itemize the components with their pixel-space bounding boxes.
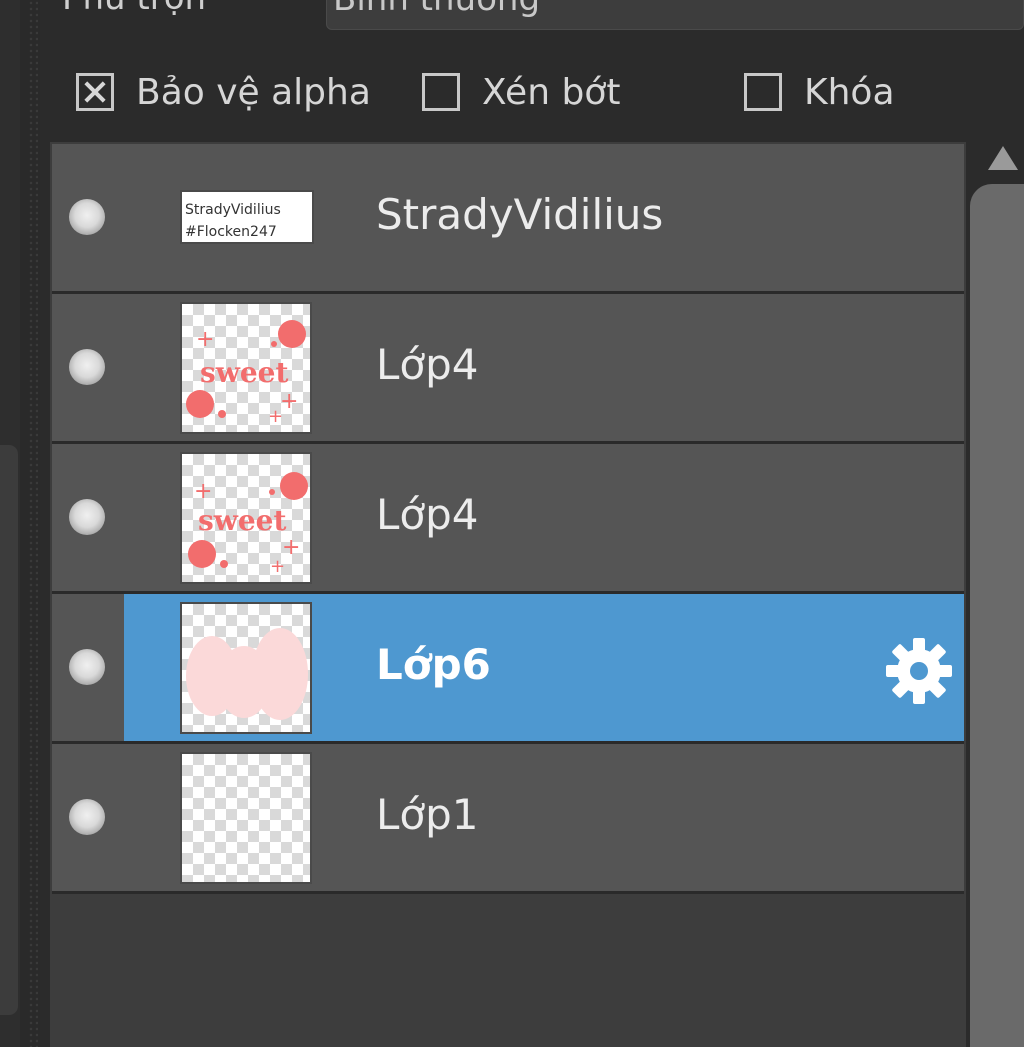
sticker-text: sweet bbox=[200, 356, 288, 389]
layer-thumbnail bbox=[180, 602, 312, 734]
layer-name: Lớp1 bbox=[376, 790, 479, 839]
visibility-toggle-icon[interactable] bbox=[69, 349, 105, 385]
layer-row[interactable]: StradyVidilius #Flocken247 StradyVidiliu… bbox=[52, 144, 964, 294]
thumbnail-text-1: StradyVidilius bbox=[185, 202, 281, 218]
clipping-label: Xén bớt bbox=[482, 71, 621, 113]
layer-row[interactable]: + + + sweet Lớp4 bbox=[52, 294, 964, 444]
layer-scrollbar-thumb[interactable] bbox=[970, 184, 1024, 1047]
sticker-text: sweet bbox=[198, 504, 286, 537]
layer-row[interactable]: + + + sweet Lớp4 bbox=[52, 444, 964, 594]
blend-mode-select[interactable]: Bình thường bbox=[326, 0, 1024, 30]
layer-row-selected[interactable]: Lớp6 bbox=[52, 594, 964, 744]
lock-checkbox[interactable] bbox=[744, 73, 782, 111]
visibility-toggle-icon[interactable] bbox=[69, 799, 105, 835]
layer-list: StradyVidilius #Flocken247 StradyVidiliu… bbox=[52, 144, 964, 894]
blend-mode-value: Bình thường bbox=[333, 0, 540, 19]
text-thumbnail-image: StradyVidilius #Flocken247 bbox=[182, 192, 312, 242]
visibility-toggle-icon[interactable] bbox=[69, 649, 105, 685]
protect-alpha-label: Bảo vệ alpha bbox=[136, 71, 371, 113]
blend-mode-label: Phủ trộn bbox=[62, 0, 206, 18]
layer-row[interactable]: Lớp1 bbox=[52, 744, 964, 894]
protect-alpha-option[interactable]: Bảo vệ alpha bbox=[76, 70, 371, 114]
svg-text:+: + bbox=[268, 406, 283, 427]
clipping-checkbox[interactable] bbox=[422, 73, 460, 111]
gear-icon[interactable] bbox=[884, 636, 954, 706]
protect-alpha-checkbox[interactable] bbox=[76, 73, 114, 111]
lock-label: Khóa bbox=[804, 71, 895, 113]
layer-thumbnail: + + + sweet bbox=[180, 302, 312, 434]
panel-splitter[interactable] bbox=[28, 0, 38, 1047]
sweet-sticker-image: + + + sweet bbox=[188, 472, 308, 577]
pink-blob-image bbox=[186, 628, 308, 720]
layer-thumbnail bbox=[180, 752, 312, 884]
layer-name: Lớp6 bbox=[376, 640, 491, 689]
sweet-sticker-image: + + + sweet bbox=[186, 320, 306, 427]
thumbnail-text-2: #Flocken247 bbox=[185, 224, 277, 240]
layer-name: Lớp4 bbox=[376, 340, 479, 389]
layer-thumbnail: + + + sweet bbox=[180, 452, 312, 584]
blend-mode-row: Phủ trộn Bình thường bbox=[40, 0, 1024, 30]
layer-name: StradyVidilius bbox=[376, 190, 664, 239]
clipping-option[interactable]: Xén bớt bbox=[422, 70, 620, 114]
triangle-up-icon[interactable] bbox=[988, 146, 1018, 170]
svg-text:+: + bbox=[196, 327, 214, 352]
layer-options: Bảo vệ alpha Xén bớt Khóa bbox=[40, 58, 1024, 128]
visibility-toggle-icon[interactable] bbox=[69, 199, 105, 235]
svg-text:+: + bbox=[194, 479, 212, 504]
layer-name: Lớp4 bbox=[376, 490, 479, 539]
layer-thumbnail: StradyVidilius #Flocken247 bbox=[180, 190, 314, 244]
visibility-toggle-icon[interactable] bbox=[69, 499, 105, 535]
svg-text:+: + bbox=[270, 556, 285, 577]
lock-option[interactable]: Khóa bbox=[744, 70, 895, 114]
left-scrollbar[interactable] bbox=[0, 445, 18, 1015]
